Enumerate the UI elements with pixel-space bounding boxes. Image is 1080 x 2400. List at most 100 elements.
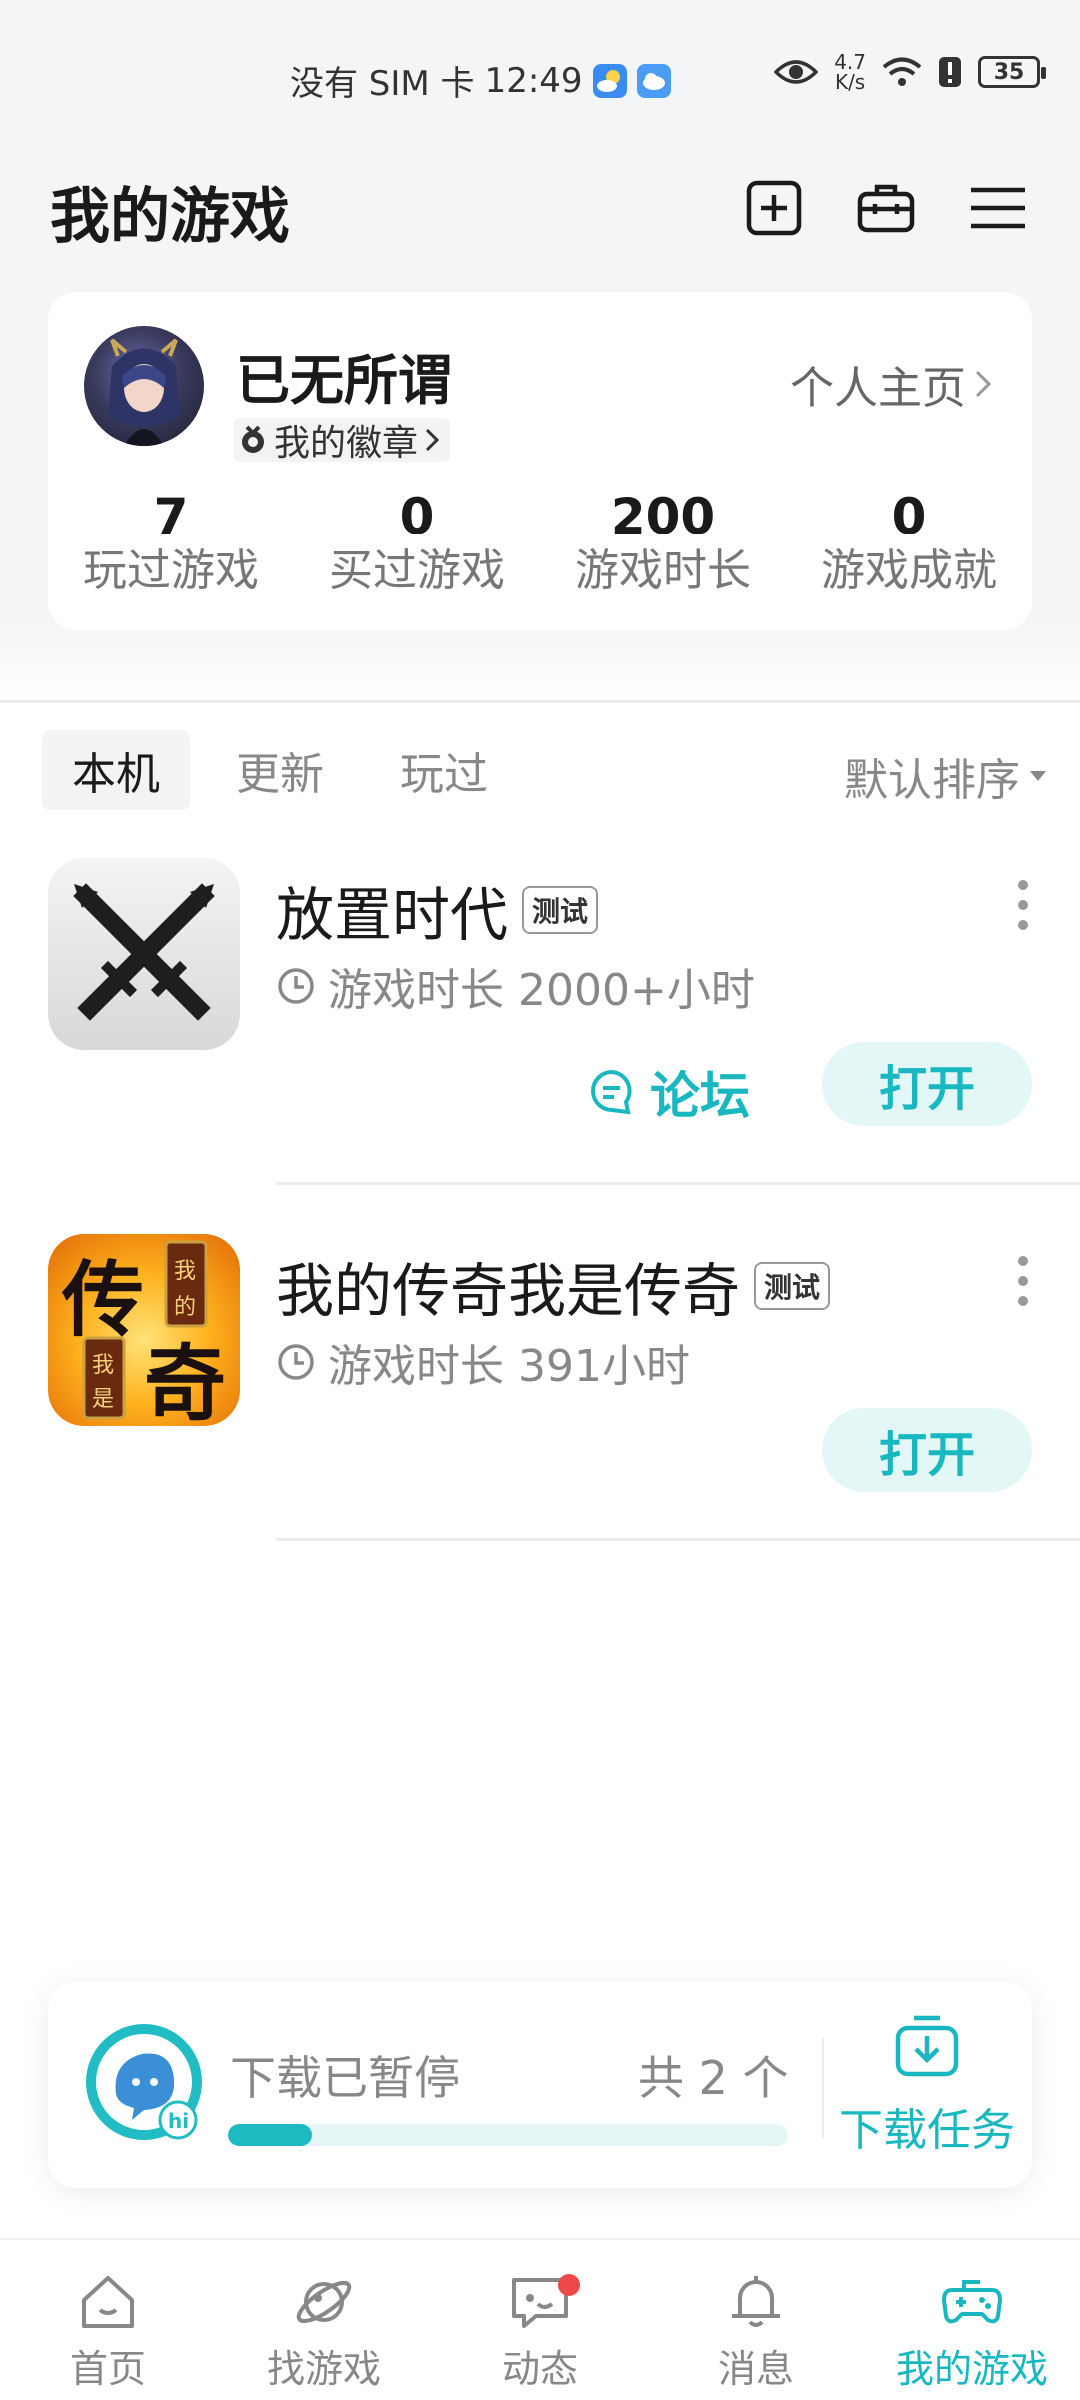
svg-text:我: 我: [174, 1259, 196, 1284]
svg-text:奇: 奇: [144, 1336, 226, 1426]
section-divider: [0, 700, 1080, 703]
svg-text:是: 是: [92, 1387, 114, 1412]
forum-label: 论坛: [650, 1067, 750, 1125]
nav-home[interactable]: 首页: [0, 2240, 216, 2400]
homepage-label: 个人主页: [790, 363, 966, 414]
stat-label: 买过游戏: [329, 545, 505, 596]
play-time: 游戏时长 2000+小时: [328, 965, 755, 1016]
stat-label: 玩过游戏: [83, 545, 259, 596]
badge-link[interactable]: 我的徽章: [234, 418, 451, 464]
more-options-icon[interactable]: [1018, 1256, 1030, 1316]
download-count: 共 2 个: [638, 2051, 789, 2105]
download-status: 下载已暂停: [230, 2051, 460, 2105]
open-game-button[interactable]: 打开: [822, 1042, 1032, 1126]
svg-text:传: 传: [61, 1252, 144, 1348]
tab-local[interactable]: 本机: [42, 730, 190, 810]
battery-indicator: 35: [978, 56, 1046, 88]
nav-label: 找游戏: [266, 2347, 381, 2391]
nav-find-games[interactable]: 找游戏: [216, 2240, 432, 2400]
stat-play-time[interactable]: 200 游戏时长: [540, 492, 786, 598]
play-time-row: 游戏时长 391小时: [276, 1330, 690, 1394]
cloud-app-icon: [636, 63, 671, 98]
nav-label: 动态: [501, 2347, 578, 2391]
download-progress-bar: [228, 2124, 788, 2146]
game-icon-legend[interactable]: 传 奇 我 的 我 是: [48, 1234, 240, 1426]
game-list-item[interactable]: 放置时代 测试 游戏时长 2000+小时 论坛 打开: [0, 858, 1080, 1188]
game-icon-idle-era[interactable]: [48, 858, 240, 1050]
download-panel[interactable]: hi 下载已暂停 共 2 个 下载任务: [48, 1982, 1032, 2188]
download-progress-fill: [228, 2124, 312, 2146]
username: 已无所谓: [236, 349, 452, 412]
profile-stats: 7 玩过游戏 0 买过游戏 200 游戏时长 0 游戏成就: [48, 492, 1032, 598]
net-speed: 4.7 K/s: [834, 52, 866, 92]
profile-card: 已无所谓 我的徽章 个人主页 7 玩过游戏 0 买过游戏 200 游戏时长 0 …: [48, 292, 1032, 630]
game-name: 放置时代: [276, 881, 509, 949]
caret-down-icon: [1030, 771, 1046, 781]
svg-text:hi: hi: [168, 2109, 189, 2133]
game-title-row: 我的传奇我是传奇 测试: [276, 1244, 831, 1328]
download-tray-icon: [895, 2015, 959, 2077]
stat-played-games[interactable]: 7 玩过游戏: [48, 492, 294, 598]
test-badge: 测试: [522, 886, 599, 934]
gamepad-icon: [942, 2280, 1002, 2324]
badge-label: 我的徽章: [274, 423, 419, 464]
download-tasks-label: 下载任务: [839, 2105, 1015, 2156]
svg-text:我: 我: [92, 1353, 114, 1378]
homepage-link[interactable]: 个人主页: [790, 352, 992, 416]
sort-dropdown[interactable]: 默认排序: [844, 744, 1046, 808]
stat-bought-games[interactable]: 0 买过游戏: [294, 492, 540, 598]
list-divider: [276, 1182, 1080, 1185]
download-tasks-button[interactable]: 下载任务: [832, 2012, 1022, 2158]
alert-icon: [939, 57, 961, 87]
net-speed-value: 4.7: [834, 50, 866, 74]
clock-text: 12:49: [484, 60, 583, 101]
hi-mascot-logo: hi: [86, 2024, 202, 2140]
clock-icon: [278, 1344, 314, 1380]
game-name: 我的传奇我是传奇: [276, 1257, 741, 1325]
battery-level: 35: [993, 59, 1025, 85]
stat-label: 游戏时长: [575, 545, 751, 596]
stat-value: 0: [399, 492, 435, 534]
stat-value: 0: [891, 492, 927, 534]
clock-icon: [278, 968, 314, 1004]
play-time-row: 游戏时长 2000+小时: [276, 954, 755, 1018]
menu-icon[interactable]: [968, 178, 1028, 238]
home-icon: [82, 2276, 134, 2328]
avatar[interactable]: [84, 326, 204, 446]
stat-achievements[interactable]: 0 游戏成就: [786, 492, 1032, 598]
eye-icon: [774, 60, 819, 84]
game-title-row: 放置时代 测试: [276, 868, 599, 952]
tab-played[interactable]: 玩过: [370, 730, 518, 810]
chevron-right-icon: [975, 370, 992, 398]
game-list-item[interactable]: 传 奇 我 的 我 是 我的传奇我是传奇 测试 游戏时长 391小时 打开: [0, 1234, 1080, 1544]
weather-icon: [592, 63, 627, 98]
planet-icon: [296, 2280, 352, 2324]
chevron-right-icon: [425, 428, 440, 452]
sort-label: 默认排序: [844, 755, 1020, 806]
status-right: 4.7 K/s 35: [774, 52, 1046, 92]
more-options-icon[interactable]: [1018, 880, 1030, 940]
bell-icon: [732, 2276, 780, 2327]
status-left: 没有 SIM 卡 12:49: [290, 56, 671, 105]
nav-label: 首页: [69, 2347, 146, 2391]
stat-value: 200: [610, 492, 716, 534]
forum-button[interactable]: 论坛: [588, 1056, 750, 1128]
net-speed-unit: K/s: [834, 70, 866, 94]
header-actions: [744, 178, 1028, 238]
page-title: 我的游戏: [50, 182, 290, 252]
nav-my-games[interactable]: 我的游戏: [864, 2240, 1080, 2400]
tab-updates[interactable]: 更新: [206, 730, 354, 810]
add-square-icon[interactable]: [744, 178, 804, 238]
medal-icon: [242, 425, 264, 453]
nav-feed[interactable]: 动态: [432, 2240, 648, 2400]
open-game-button[interactable]: 打开: [822, 1408, 1032, 1492]
svg-text:的: 的: [174, 1295, 196, 1320]
nav-messages[interactable]: 消息: [648, 2240, 864, 2400]
forum-chat-icon: [591, 1069, 632, 1115]
bottom-nav: 首页 找游戏 动态 消息 我的游戏: [0, 2238, 1080, 2400]
status-bar: 没有 SIM 卡 12:49 4.7 K/s 35: [0, 0, 1080, 160]
toolbox-icon[interactable]: [856, 178, 916, 238]
stat-label: 游戏成就: [821, 545, 997, 596]
test-badge: 测试: [754, 1262, 831, 1310]
wifi-icon: [882, 57, 922, 86]
